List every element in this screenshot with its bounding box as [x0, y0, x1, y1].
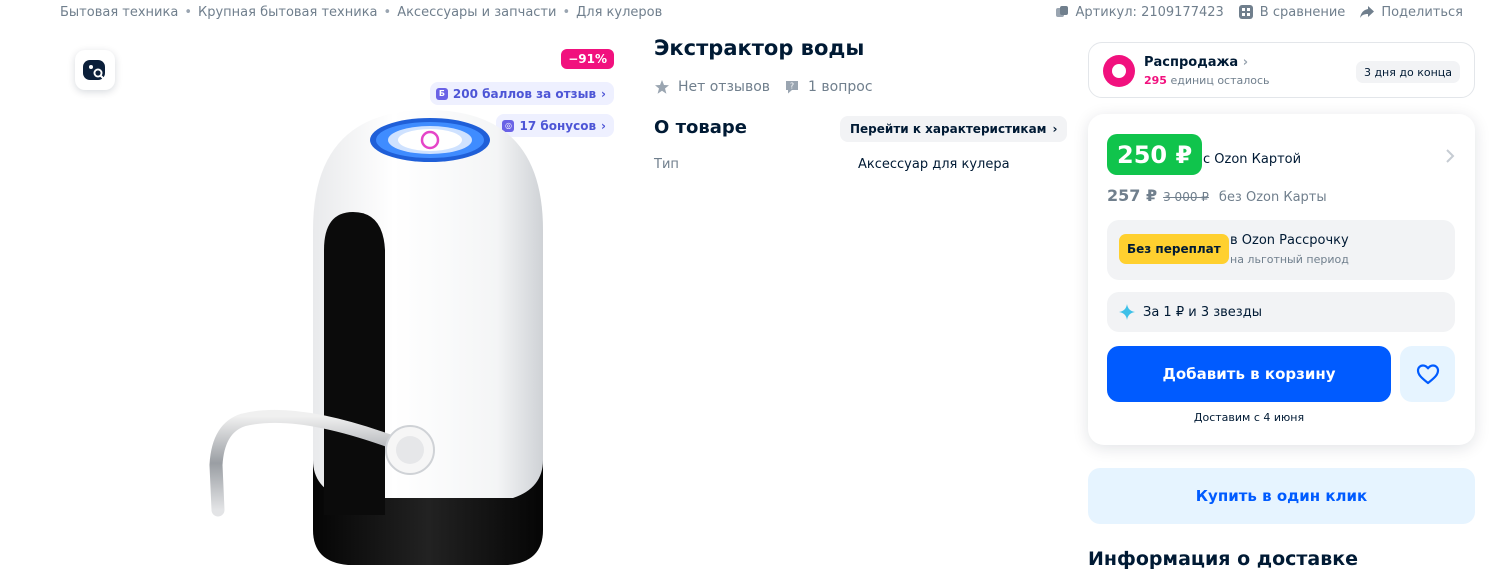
reviews-link[interactable]: Нет отзывов [654, 79, 770, 95]
breadcrumb-item[interactable]: Бытовая техника [60, 5, 178, 20]
article-number[interactable]: Артикул: 2109177423 [1054, 4, 1224, 20]
chevron-right-icon[interactable] [1445, 149, 1455, 163]
image-search-icon [83, 60, 106, 81]
regular-price-note: без Ozon Карты [1218, 190, 1327, 205]
installment-subtitle: на льготный период [1230, 253, 1349, 266]
share-label: Поделиться [1381, 4, 1463, 20]
review-points-label: 200 баллов за отзыв [452, 86, 597, 101]
installment-badge: Без переплат [1119, 234, 1229, 264]
sale-units-count: 295 [1144, 74, 1167, 87]
stars-offer-label: За 1 ₽ и 3 звезды [1143, 304, 1262, 320]
compare-link[interactable]: В сравнение [1238, 4, 1346, 20]
share-link[interactable]: Поделиться [1359, 4, 1463, 20]
go-to-specs-label: Перейти к характеристикам [850, 122, 1047, 136]
spec-name: Тип [654, 157, 679, 172]
question-icon: ? [786, 81, 799, 94]
regular-price: 257 ₽ [1107, 186, 1158, 205]
product-meta-links: Артикул: 2109177423 В сравнение Поделить… [1054, 4, 1463, 20]
installment-offer[interactable]: Без переплат в Ozon Рассрочку на льготны… [1107, 220, 1455, 280]
share-icon [1360, 6, 1375, 18]
stars-offer[interactable]: За 1 ₽ и 3 звезды [1107, 292, 1455, 332]
image-search-button[interactable] [75, 50, 115, 90]
delivery-info-heading: Информация о доставке [1088, 548, 1359, 570]
breadcrumb-item[interactable]: Аксессуары и запчасти [397, 5, 556, 20]
breadcrumb-item[interactable]: Для кулеров [576, 5, 662, 20]
go-to-specs-button[interactable]: Перейти к характеристикам › [840, 116, 1068, 142]
breadcrumb-separator: • [184, 5, 192, 20]
spec-value: Аксессуар для кулера [858, 157, 1010, 172]
compare-label: В сравнение [1259, 4, 1346, 20]
questions-label: 1 вопрос [808, 79, 873, 95]
installment-title: в Ozon Рассрочку [1230, 233, 1349, 248]
sale-card[interactable]: Распродажа › 295 единиц осталось 3 дня д… [1088, 42, 1475, 98]
favorite-button[interactable] [1400, 346, 1455, 402]
breadcrumb: Бытовая техника • Крупная бытовая техник… [60, 5, 662, 20]
breadcrumb-separator: • [562, 5, 571, 20]
compare-icon [1238, 5, 1253, 19]
sale-deadline-badge: 3 дня до конца [1355, 61, 1460, 83]
chevron-right-icon: › [601, 86, 606, 101]
about-heading: О товаре [654, 117, 747, 138]
chevron-right-icon: › [1052, 122, 1058, 136]
sale-remaining: 295 единиц осталось [1144, 74, 1270, 87]
old-price: 3 000 ₽ [1163, 190, 1209, 204]
sale-logo-icon [1103, 55, 1135, 87]
product-image[interactable] [148, 110, 568, 580]
price-card: 250 ₽ с Ozon Картой 257 ₽ 3 000 ₽ без Oz… [1088, 114, 1475, 445]
regular-price-row: 257 ₽ 3 000 ₽ без Ozon Карты [1107, 186, 1327, 205]
chevron-right-icon: › [601, 118, 606, 133]
add-to-cart-button[interactable]: Добавить в корзину [1107, 346, 1391, 402]
questions-link[interactable]: ? 1 вопрос [784, 79, 873, 95]
chevron-right-icon: › [1242, 55, 1249, 70]
buy-one-click-button[interactable]: Купить в один клик [1088, 468, 1475, 524]
sale-title: Распродажа › [1144, 55, 1249, 70]
breadcrumb-item[interactable]: Крупная бытовая техника [198, 5, 378, 20]
svg-text:?: ? [790, 82, 794, 91]
product-gallery[interactable]: −91% Б 200 баллов за отзыв › ◎ 17 бонусо… [60, 40, 620, 585]
copy-icon [1055, 6, 1068, 17]
sale-units-label: единиц осталось [1170, 74, 1270, 87]
ozon-card-price[interactable]: 250 ₽ [1107, 134, 1203, 175]
product-title: Экстрактор воды [654, 36, 865, 60]
points-icon: Б [435, 87, 448, 100]
ozon-card-note: с Ozon Картой [1203, 152, 1302, 167]
article-label: Артикул: 2109177423 [1075, 4, 1224, 20]
discount-badge: −91% [561, 49, 614, 69]
heart-icon [1416, 364, 1439, 385]
reviews-label: Нет отзывов [678, 79, 771, 95]
star-icon [655, 80, 669, 94]
delivery-date: Доставим с 4 июня [1193, 411, 1305, 424]
review-points-badge[interactable]: Б 200 баллов за отзыв › [429, 82, 614, 105]
breadcrumb-separator: • [383, 5, 392, 20]
sparkle-icon [1119, 304, 1135, 320]
rating-row: Нет отзывов ? 1 вопрос [654, 79, 879, 95]
